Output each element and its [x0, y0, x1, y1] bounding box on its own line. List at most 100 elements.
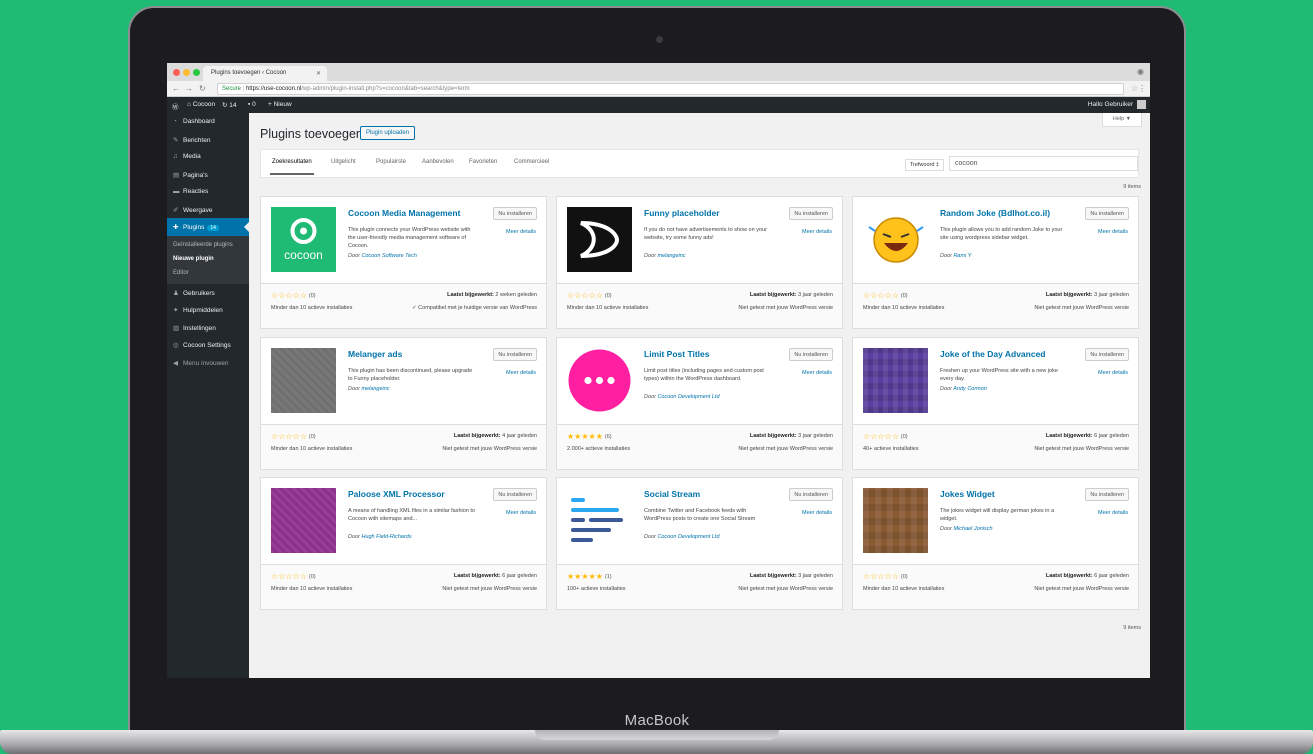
- bookmark-star-icon[interactable]: ☆: [1131, 84, 1138, 93]
- laughing-smiley-icon[interactable]: [863, 207, 928, 272]
- rating-count[interactable]: (0): [309, 434, 316, 440]
- more-details-link[interactable]: Meer details: [1098, 510, 1128, 516]
- more-details-link[interactable]: Meer details: [1098, 229, 1128, 235]
- plugin-name-link[interactable]: Limit Post Titles: [644, 349, 774, 359]
- tab-favorites[interactable]: Favorieten: [469, 159, 497, 165]
- reload-icon[interactable]: ↻: [199, 84, 206, 93]
- collapse-menu-button[interactable]: ◀ Menu invouwen: [167, 354, 249, 372]
- sidebar-item-instellingen[interactable]: ▥ Instellingen: [167, 319, 249, 337]
- sidebar-item-gebruikers[interactable]: ♟ Gebruikers: [167, 284, 249, 302]
- author-link[interactable]: melangeinc: [657, 253, 685, 259]
- sidebar-item-media[interactable]: ♫ Media: [167, 148, 249, 166]
- close-window-icon[interactable]: [173, 69, 180, 76]
- rating-count[interactable]: (0): [309, 574, 316, 580]
- rating-count[interactable]: (0): [901, 434, 908, 440]
- help-button[interactable]: Help ▼: [1102, 113, 1142, 127]
- sidebar-item-berichten[interactable]: ✎ Berichten: [167, 131, 249, 149]
- rating-count[interactable]: (1): [605, 574, 612, 580]
- wordpress-logo-icon[interactable]: Ⓦ: [172, 101, 179, 111]
- plugin-name-link[interactable]: Random Joke (Bdlhot.co.il): [940, 208, 1070, 218]
- install-now-button[interactable]: Nu installeren: [1085, 348, 1129, 361]
- submenu-editor[interactable]: Editor: [167, 267, 249, 281]
- search-type-select[interactable]: Trefwoord ‡: [904, 159, 944, 171]
- author-link[interactable]: Michael Jonisch: [953, 526, 992, 532]
- install-now-button[interactable]: Nu installeren: [789, 348, 833, 361]
- sidebar-item-reacties[interactable]: ▬ Reacties: [167, 183, 249, 201]
- author-link[interactable]: melangeinc: [361, 386, 389, 392]
- item-count-top: 9 items: [1123, 184, 1141, 190]
- address-input[interactable]: Secure | https://use-cocoon.nl/wp-admin/…: [217, 83, 1124, 95]
- back-icon[interactable]: ←: [172, 84, 180, 93]
- rating-count[interactable]: (0): [901, 293, 908, 299]
- pink-dots-icon[interactable]: [567, 348, 632, 413]
- rating-count[interactable]: (0): [901, 574, 908, 580]
- last-updated: Laatst bijgewerkt: 6 jaar geleden: [1046, 573, 1129, 579]
- submenu-new-plugin[interactable]: Nieuwe plugin: [167, 253, 249, 267]
- plugin-name-link[interactable]: Jokes Widget: [940, 489, 1070, 499]
- plugin-name-link[interactable]: Melanger ads: [348, 349, 478, 359]
- plugin-name-link[interactable]: Cocoon Media Management: [348, 208, 478, 218]
- minimize-window-icon[interactable]: [183, 69, 190, 76]
- plugin-name-link[interactable]: Funny placeholder: [644, 208, 774, 218]
- rating-count[interactable]: (0): [309, 293, 316, 299]
- tab-search-results[interactable]: Zoekresultaten: [270, 159, 314, 175]
- upload-plugin-button[interactable]: Plugin uploaden: [360, 126, 416, 140]
- plugin-name-link[interactable]: Paloose XML Processor: [348, 489, 478, 499]
- author-link[interactable]: Cocoon Development Ltd: [657, 394, 719, 400]
- plugin-name-link[interactable]: Social Stream: [644, 489, 774, 499]
- updates-link[interactable]: ↻ 14: [222, 101, 237, 109]
- site-name-link[interactable]: ⌂ Cocoon: [187, 101, 215, 108]
- author-link[interactable]: Andy Cormon: [953, 386, 987, 392]
- plugin-name-link[interactable]: Joke of the Day Advanced: [940, 349, 1070, 359]
- rating-count[interactable]: (0): [605, 293, 612, 299]
- more-details-link[interactable]: Meer details: [802, 510, 832, 516]
- stream-lines-icon[interactable]: [567, 488, 632, 553]
- more-details-link[interactable]: Meer details: [506, 370, 536, 376]
- more-details-link[interactable]: Meer details: [506, 510, 536, 516]
- cocoon-logo[interactable]: cocoon: [271, 207, 336, 272]
- submenu-installed-plugins[interactable]: Geïnstalleerde plugins: [167, 239, 249, 253]
- install-now-button[interactable]: Nu installeren: [789, 207, 833, 220]
- tab-commercial[interactable]: Commercieel: [514, 159, 549, 165]
- new-content-link[interactable]: + Nieuw: [268, 101, 292, 108]
- author-link[interactable]: Cocoon Software Tech: [361, 253, 416, 259]
- browser-tab[interactable]: Plugins toevoegen ‹ Cocoon ✕: [203, 66, 327, 81]
- sidebar-item-dashboard[interactable]: ◔ Dashboard: [167, 113, 249, 131]
- tab-close-icon[interactable]: ✕: [316, 70, 321, 77]
- chrome-menu-icon[interactable]: ⋮: [1138, 84, 1146, 93]
- install-now-button[interactable]: Nu installeren: [1085, 488, 1129, 501]
- more-details-link[interactable]: Meer details: [802, 229, 832, 235]
- tab-featured[interactable]: Uitgelicht: [331, 159, 356, 165]
- sidebar-item-hulpmiddelen[interactable]: ✦ Hulpmiddelen: [167, 301, 249, 319]
- rating-count[interactable]: (6): [605, 434, 612, 440]
- install-now-button[interactable]: Nu installeren: [789, 488, 833, 501]
- more-details-link[interactable]: Meer details: [1098, 370, 1128, 376]
- maximize-window-icon[interactable]: [193, 69, 200, 76]
- search-plugins-input[interactable]: [949, 156, 1138, 171]
- author-link[interactable]: Hugh Field-Richards: [361, 534, 411, 540]
- funny-placeholder-logo[interactable]: [567, 207, 632, 272]
- author-link[interactable]: Cocoon Development Ltd: [657, 534, 719, 540]
- sidebar-item-pagina-s[interactable]: ▤ Pagina's: [167, 166, 249, 184]
- magenta-pattern-icon[interactable]: [271, 488, 336, 553]
- more-details-link[interactable]: Meer details: [802, 370, 832, 376]
- sidebar-item-weergave[interactable]: ✐ Weergave: [167, 201, 249, 219]
- install-now-button[interactable]: Nu installeren: [493, 488, 537, 501]
- sidebar-item-cocoon-settings[interactable]: ◎ Cocoon Settings: [167, 336, 249, 354]
- tab-recommended[interactable]: Aanbevolen: [422, 159, 454, 165]
- account-menu[interactable]: Hallo Gebruiker: [1088, 100, 1146, 109]
- brown-pattern-icon[interactable]: [863, 488, 928, 553]
- install-now-button[interactable]: Nu installeren: [493, 207, 537, 220]
- purple-pattern-icon[interactable]: [863, 348, 928, 413]
- install-now-button[interactable]: Nu installeren: [493, 348, 537, 361]
- install-now-button[interactable]: Nu installeren: [1085, 207, 1129, 220]
- profile-icon[interactable]: ◉: [1137, 67, 1144, 76]
- compatibility-status: Niet getest met jouw WordPress versie: [442, 586, 537, 592]
- author-link[interactable]: Rami Y: [953, 253, 971, 259]
- gray-pattern-icon[interactable]: [271, 348, 336, 413]
- tab-popular[interactable]: Populairste: [376, 159, 406, 165]
- sidebar-item-plugins[interactable]: ✚ Plugins 14: [167, 218, 249, 236]
- comments-link[interactable]: ▪ 0: [248, 101, 256, 108]
- forward-icon[interactable]: →: [185, 84, 193, 93]
- more-details-link[interactable]: Meer details: [506, 229, 536, 235]
